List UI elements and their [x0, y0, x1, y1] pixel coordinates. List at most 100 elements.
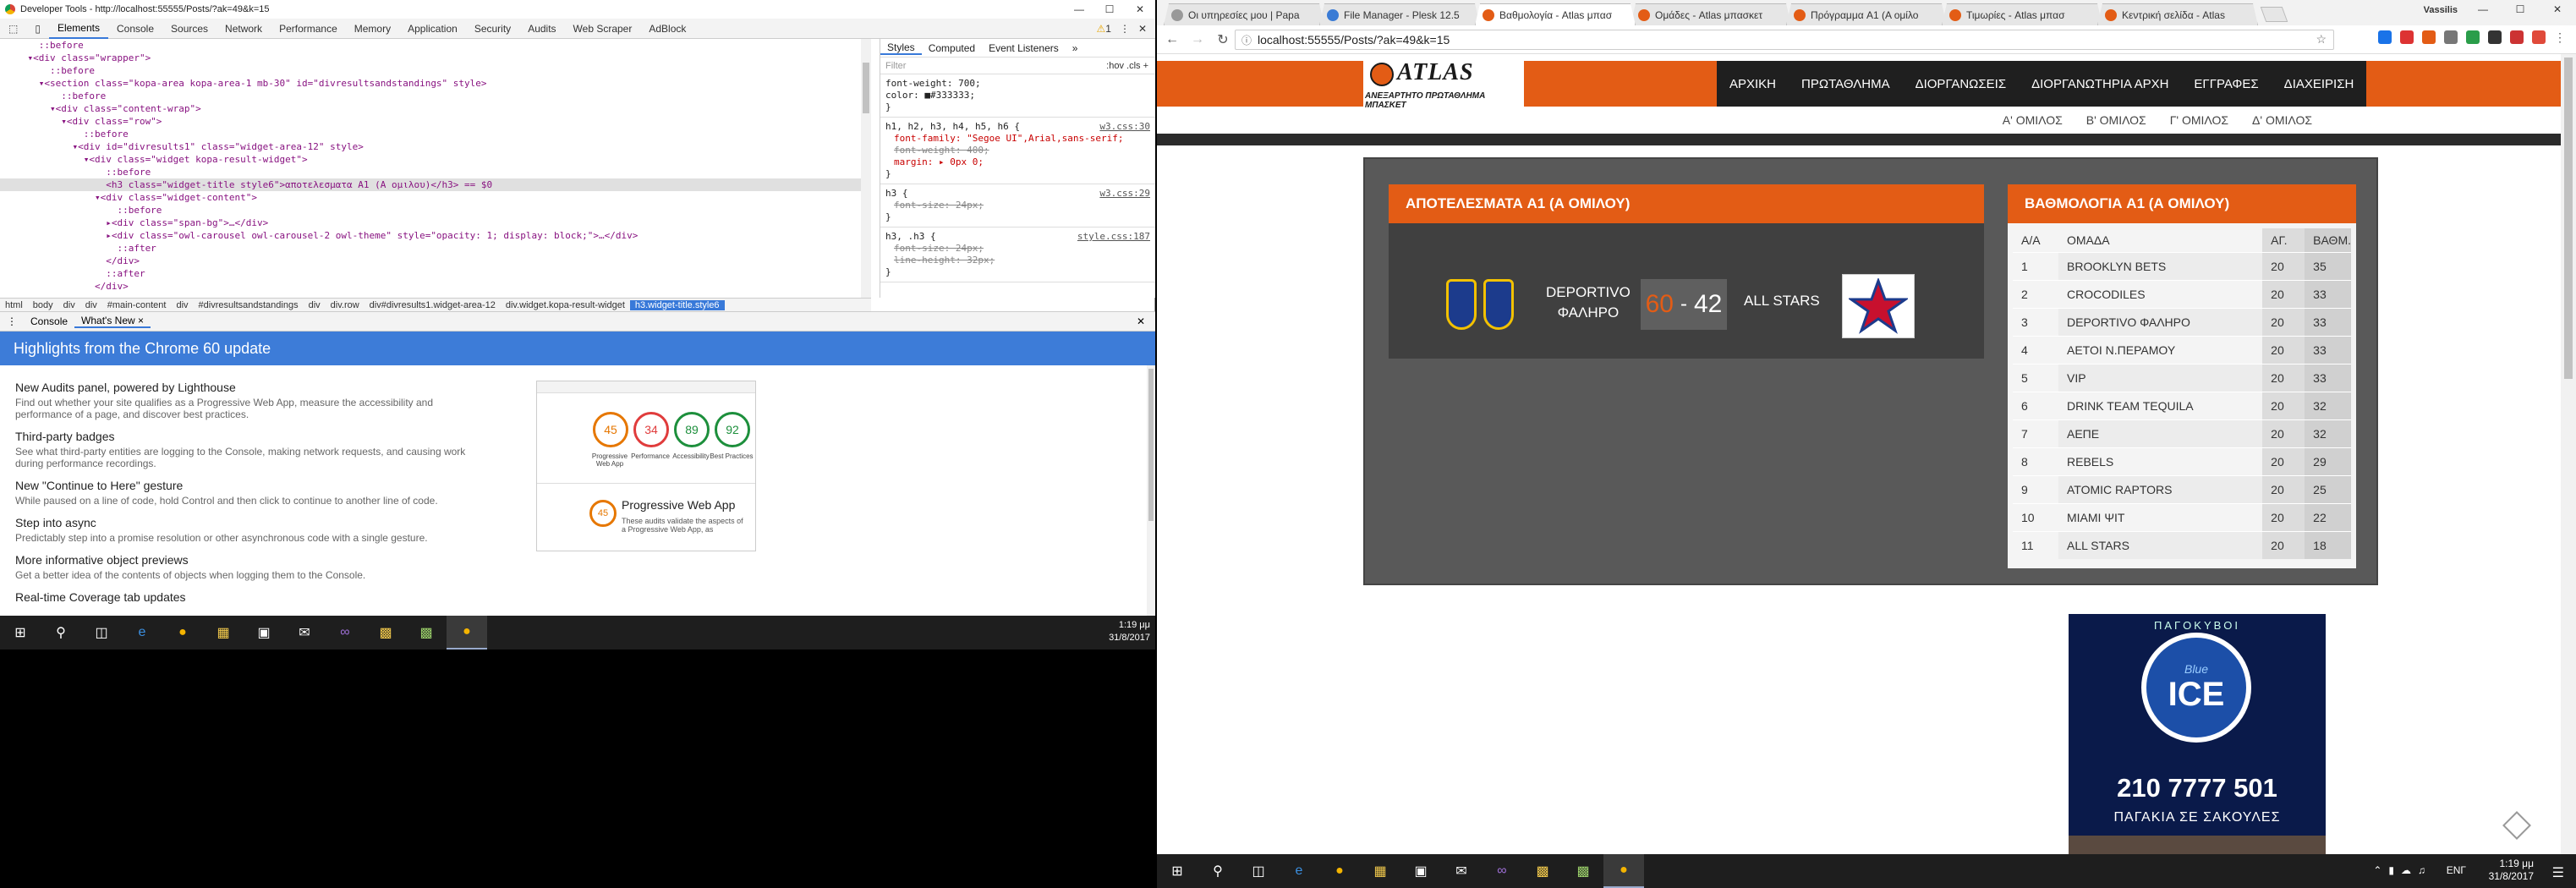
tab-computed[interactable]: Computed [922, 42, 982, 54]
menu-icon[interactable]: ⋮ [1120, 23, 1130, 35]
app-icon-1[interactable]: ▩ [365, 616, 406, 650]
whats-new-item-title[interactable]: More informative object previews [15, 553, 523, 567]
chrome-active-icon[interactable]: ● [447, 616, 487, 650]
page-info-icon[interactable]: ⓘ [1241, 33, 1252, 47]
profile-name[interactable]: Vassilis [2424, 5, 2458, 15]
subnav-group-b[interactable]: Β' ΟΜΙΛΟΣ [2075, 113, 2158, 127]
extension-icon[interactable] [2422, 30, 2436, 44]
tab-memory[interactable]: Memory [346, 19, 399, 39]
browser-tab[interactable]: File Manager - Plesk 12.5 [1319, 3, 1480, 25]
breadcrumb-item[interactable]: div.row [326, 300, 364, 310]
tab-console[interactable]: Console [108, 19, 162, 39]
maximize-button[interactable]: ☐ [2502, 0, 2539, 19]
tab-network[interactable]: Network [216, 19, 271, 39]
tab-whats-new[interactable]: What's New × [74, 315, 151, 328]
dom-line-selected[interactable]: <h3 class="widget-title style6">αποτελεσ… [0, 178, 871, 191]
store-icon[interactable]: ▣ [244, 616, 284, 650]
close-drawer-icon[interactable]: ✕ [1137, 315, 1155, 327]
breadcrumb-item[interactable]: div [304, 300, 326, 310]
address-bar[interactable]: ⓘ localhost:55555/Posts/?ak=49&k=15 ☆ [1235, 30, 2334, 50]
css-prop[interactable]: font-family: "Segoe UI",Arial,sans-serif… [885, 133, 1150, 145]
mail-icon[interactable]: ✉ [284, 616, 325, 650]
dom-line[interactable]: ▾<div class="content-wrap"> [0, 102, 871, 115]
away-team[interactable]: ALL STARS [1744, 293, 1820, 310]
styles-filter-row[interactable]: Filter :hov .cls + [880, 58, 1155, 74]
browser-tab[interactable]: Πρόγραμμα A1 (Α ομίλο [1786, 3, 1947, 25]
ice-advertisement[interactable]: ΠΑΓΟΚΥΒΟΙ Blue ICE 210 7777 501 ΠΑΓΑΚΙΑ … [2069, 614, 2326, 854]
tab-adblock[interactable]: AdBlock [640, 19, 694, 39]
edge-icon[interactable]: e [122, 616, 162, 650]
dom-line[interactable]: ▾<section class="kopa-area kopa-area-1 m… [0, 77, 871, 90]
inspect-icon[interactable]: ⬚ [0, 19, 26, 39]
device-toggle-icon[interactable]: ▯ [26, 19, 49, 39]
new-tab-button[interactable] [2260, 7, 2288, 22]
store-icon[interactable]: ▣ [1400, 854, 1441, 888]
match-score[interactable]: 60 - 42 [1641, 279, 1727, 330]
breadcrumb-item[interactable]: div#divresults1.widget-area-12 [364, 300, 501, 310]
browser-tab[interactable]: Οι υπηρεσίες μου | Papa [1164, 3, 1324, 25]
close-button[interactable]: ✕ [1125, 0, 1155, 19]
home-team[interactable]: DEPORTIVO ΦΑΛΗΡΟ [1546, 282, 1631, 323]
tab-drawer-console[interactable]: Console [24, 315, 74, 327]
visual-studio-icon[interactable]: ∞ [325, 616, 365, 650]
scroll-top-icon[interactable] [2502, 811, 2531, 840]
styles-filter-input[interactable]: Filter [885, 61, 906, 71]
browser-tab[interactable]: Ομάδες - Atlas μπασκετ [1631, 3, 1791, 25]
dom-line[interactable]: ▾<div class="wrapper"> [0, 52, 871, 64]
nav-item-registrations[interactable]: ΕΓΓΡΑΦΕΣ [2181, 61, 2271, 107]
table-row[interactable]: 10 MIAMI ΨΙΤ 20 22 [2013, 502, 2351, 531]
table-row[interactable]: 2 CROCODILES 20 33 [2013, 279, 2351, 308]
breadcrumb-item[interactable]: div [58, 300, 80, 310]
whats-new-item-title[interactable]: Real-time Coverage tab updates [15, 590, 523, 604]
page-scrollbar[interactable] [2561, 54, 2576, 854]
nav-item-organizer[interactable]: ΔΙΟΡΓΑΝΩΤΗΡΙΑ ΑΡΧΗ [2019, 61, 2181, 107]
tab-web-scraper[interactable]: Web Scraper [565, 19, 641, 39]
breadcrumb-item[interactable]: #divresultsandstandings [194, 300, 304, 310]
table-row[interactable]: 8 REBELS 20 29 [2013, 447, 2351, 475]
chrome-taskbar-icon[interactable]: ● [162, 616, 203, 650]
nav-item-home[interactable]: ΑΡΧΙΚΗ [1717, 61, 1789, 107]
close-button[interactable]: ✕ [2539, 0, 2576, 19]
minimize-button[interactable]: — [2464, 0, 2502, 19]
drawer-scrollbar[interactable] [1147, 365, 1155, 616]
css-source-link[interactable]: w3.css:29 [1099, 188, 1150, 200]
search-icon[interactable]: ⚲ [1198, 854, 1238, 888]
chrome-taskbar-icon[interactable]: ● [1319, 854, 1360, 888]
minimize-button[interactable]: — [1064, 0, 1094, 19]
dom-line[interactable]: ::after [0, 242, 871, 255]
taskbar-clock[interactable]: 1:19 μμ 31/8/2017 [2489, 858, 2534, 883]
dom-line[interactable]: ::before [0, 39, 871, 52]
extension-icon[interactable] [2466, 30, 2480, 44]
table-row[interactable]: 7 ΑΕΠΕ 20 32 [2013, 419, 2351, 447]
dom-line[interactable]: ::before [0, 128, 871, 140]
visual-studio-icon[interactable]: ∞ [1482, 854, 1522, 888]
system-tray-icons[interactable]: ⌃▮☁♫ [2373, 864, 2432, 876]
subnav-group-d[interactable]: Δ' ΟΜΙΛΟΣ [2240, 113, 2324, 127]
extension-icon[interactable] [2532, 30, 2546, 44]
file-explorer-icon[interactable]: ▦ [1360, 854, 1400, 888]
css-prop[interactable]: font-size: 24px; [885, 200, 1150, 211]
reload-icon[interactable]: ↻ [1213, 30, 1233, 50]
more-tabs-icon[interactable]: » [1066, 42, 1085, 54]
browser-tab-active[interactable]: Βαθμολογία - Atlas μπασ [1475, 3, 1636, 25]
table-row[interactable]: 4 ΑΕΤΟΙ Ν.ΠΕΡΑΜΟΥ 20 33 [2013, 335, 2351, 364]
site-logo[interactable]: ATLAS ΑΝΕΞΑΡΤΗΤΟ ΠΡΩΤΑΘΛΗΜΑ ΜΠΑΣΚΕΤ [1363, 58, 1524, 110]
dom-line[interactable]: ::after [0, 267, 871, 280]
extension-icon[interactable] [2488, 30, 2502, 44]
styles-filter-tools[interactable]: :hov .cls + [1106, 61, 1148, 71]
table-row[interactable]: 11 ALL STARS 20 18 [2013, 530, 2351, 559]
breadcrumb-item-selected[interactable]: h3.widget-title.style6 [629, 299, 725, 310]
breadcrumb-item[interactable]: div [80, 300, 102, 310]
extension-icon[interactable] [2378, 30, 2392, 44]
css-prop[interactable]: font-weight: 400; [885, 145, 1150, 156]
app-icon-2[interactable]: ▩ [1563, 854, 1603, 888]
bookmark-star-icon[interactable]: ☆ [2316, 32, 2327, 47]
task-view-icon[interactable]: ◫ [1238, 854, 1279, 888]
table-row[interactable]: 3 DEPORTIVO ΦΑΛΗΡΟ 20 33 [2013, 307, 2351, 336]
dom-line[interactable]: ▾<div class="widget-content"> [0, 191, 871, 204]
breadcrumb-item[interactable]: div [171, 300, 193, 310]
whats-new-item-title[interactable]: New "Continue to Here" gesture [15, 479, 523, 492]
tab-security[interactable]: Security [466, 19, 519, 39]
table-row[interactable]: 1 BROOKLYN BETS 20 35 [2013, 251, 2351, 280]
dom-line[interactable]: ▾<div id="divresults1" class="widget-are… [0, 140, 871, 153]
